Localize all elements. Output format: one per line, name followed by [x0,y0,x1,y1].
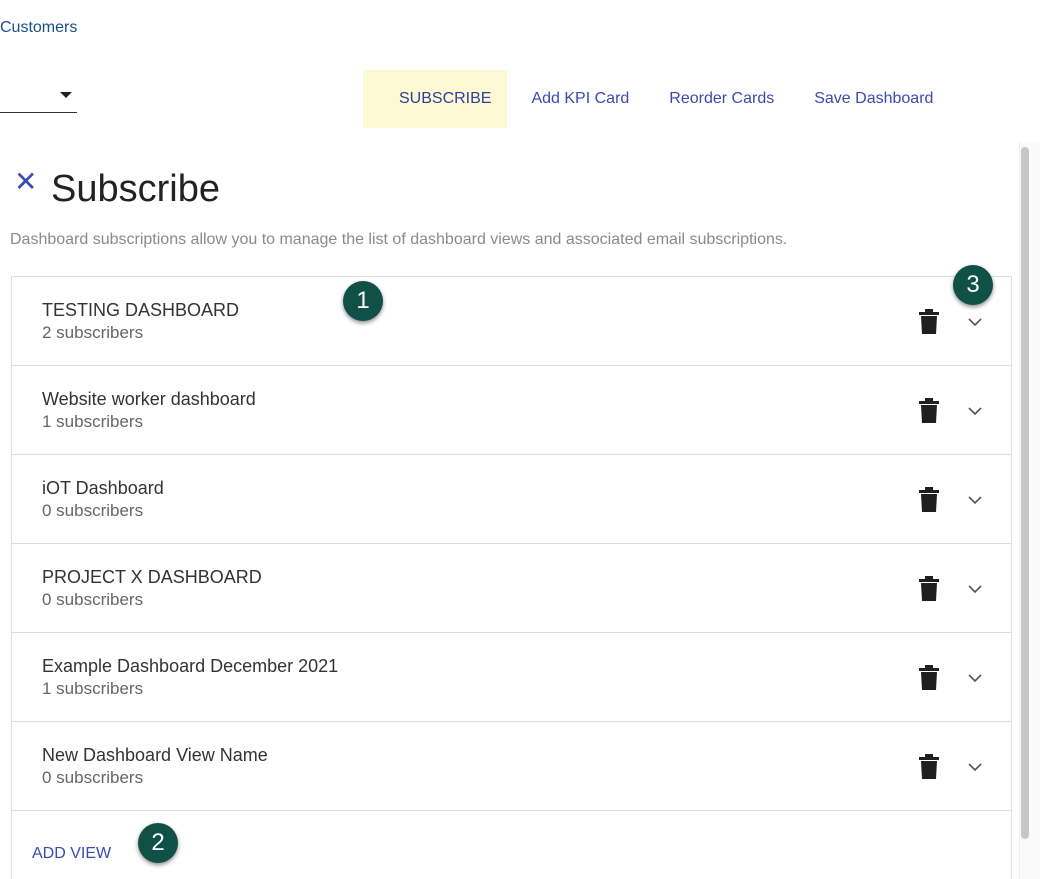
trash-icon[interactable] [917,487,941,513]
subscribe-button[interactable]: SUBSCRIBE [363,70,508,128]
view-row[interactable]: New Dashboard View Name 0 subscribers [12,722,1011,811]
callout-badge-2: 2 [138,823,178,863]
chevron-down-icon[interactable] [966,669,984,687]
subscriber-count: 0 subscribers [42,768,144,787]
chevron-down-icon[interactable] [966,758,984,776]
trash-icon[interactable] [917,576,941,602]
view-row[interactable]: Example Dashboard December 2021 1 subscr… [12,633,1011,722]
panel-title: Subscribe [51,168,220,210]
subscriber-count: 1 subscribers [42,679,144,698]
chevron-down-icon[interactable] [966,313,984,331]
trash-icon[interactable] [917,665,941,691]
view-name: New Dashboard View Name [42,745,268,765]
breadcrumb[interactable]: Customers [0,19,77,37]
chevron-down-icon[interactable] [966,402,984,420]
view-row[interactable]: PROJECT X DASHBOARD 0 subscribers [12,544,1011,633]
scrollbar-thumb[interactable] [1021,147,1029,839]
toolbar: SUBSCRIBE Add KPI Card Reorder Cards Sav… [363,70,953,128]
close-icon[interactable]: ✕ [14,168,37,196]
subscriber-count: 2 subscribers [42,323,144,342]
view-row[interactable]: Website worker dashboard 1 subscribers [12,366,1011,455]
view-row[interactable]: TESTING DASHBOARD 2 subscribers [12,277,1011,366]
panel-description: Dashboard subscriptions allow you to man… [10,231,788,248]
add-view-button[interactable]: ADD VIEW [32,845,111,863]
callout-badge-1: 1 [343,281,383,321]
view-select[interactable] [0,82,77,113]
chevron-down-icon[interactable] [966,580,984,598]
subscriber-count: 0 subscribers [42,501,144,520]
view-name: TESTING DASHBOARD [42,300,240,320]
subscriber-count: 0 subscribers [42,590,144,609]
view-row[interactable]: iOT Dashboard 0 subscribers [12,455,1011,544]
save-dashboard-button[interactable]: Save Dashboard [794,70,953,128]
trash-icon[interactable] [917,309,941,335]
chevron-down-icon[interactable] [966,491,984,509]
view-name: iOT Dashboard [42,478,164,498]
view-name: PROJECT X DASHBOARD [42,567,262,587]
callout-badge-3: 3 [953,265,993,305]
caret-down-icon [60,92,72,98]
page: Customers SUBSCRIBE Add KPI Card Reorder… [0,0,1040,879]
trash-icon[interactable] [917,398,941,424]
view-name: Website worker dashboard [42,389,256,409]
trash-icon[interactable] [917,754,941,780]
view-list: TESTING DASHBOARD 2 subscribers Website … [11,276,1012,879]
view-name: Example Dashboard December 2021 [42,656,339,676]
subscriber-count: 1 subscribers [42,412,144,431]
add-kpi-card-button[interactable]: Add KPI Card [507,70,649,128]
reorder-cards-button[interactable]: Reorder Cards [649,70,794,128]
